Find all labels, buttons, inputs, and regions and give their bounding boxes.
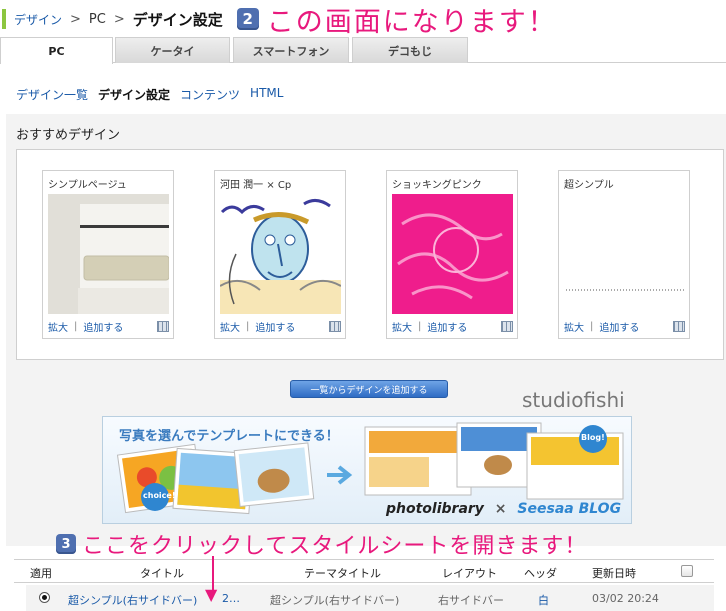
subnav-contents[interactable]: コンテンツ — [180, 86, 240, 103]
design-thumbnail[interactable] — [564, 194, 685, 314]
layout-icon[interactable] — [673, 321, 685, 332]
table-row: 超シンプル(右サイドバー) 2… 超シンプル(右サイドバー) 右サイドバー 白 … — [26, 585, 714, 611]
tab-decomoji[interactable]: デコもじ — [352, 37, 468, 63]
add-design-link[interactable]: 追加する — [599, 319, 639, 334]
design-card: 超シンプル 拡大 | 追加する — [558, 170, 690, 339]
design-thumbnail[interactable] — [48, 194, 169, 314]
design-title-more[interactable]: 2… — [222, 592, 240, 605]
step-3-annotation: ここをクリックしてスタイルシートを開きます！ — [82, 534, 588, 559]
col-updated: 更新日時 — [592, 567, 636, 580]
design-card-actions: 拡大 | 追加する — [48, 319, 169, 334]
breadcrumb-separator: > — [70, 11, 81, 27]
col-title: タイトル — [140, 567, 184, 580]
recommended-title: おすすめデザイン — [16, 128, 121, 143]
zoom-link[interactable]: 拡大 — [48, 319, 68, 334]
design-card-actions: 拡大 | 追加する — [564, 319, 685, 334]
step-3-note: 3 ここをクリックしてスタイルシートを開きます！ — [56, 528, 587, 560]
design-thumbnail[interactable] — [392, 194, 513, 314]
banner-blog-badge: Blog! — [581, 433, 605, 442]
subnav-design-settings: デザイン設定 — [98, 88, 171, 102]
add-design-link[interactable]: 追加する — [83, 319, 123, 334]
divider: | — [418, 321, 422, 332]
design-card-name: シンプルページュ — [48, 180, 127, 191]
divider: | — [74, 321, 78, 332]
design-thumbnail[interactable] — [220, 194, 341, 314]
zoom-link[interactable]: 拡大 — [392, 319, 412, 334]
subnav-html[interactable]: HTML — [250, 86, 283, 103]
promo-banner[interactable]: 写真を選んでテンプレートにできる！ choice! Blog! photolib… — [102, 416, 632, 524]
step-2-badge: 2 — [236, 8, 259, 30]
breadcrumb-separator: > — [113, 11, 125, 27]
divider: | — [590, 321, 594, 332]
add-design-from-list-button[interactable]: 一覧からデザインを追加する — [290, 380, 448, 398]
banner-logo-x: × — [494, 501, 507, 517]
breadcrumb-marker — [2, 9, 6, 29]
layout-value: 右サイドバー — [438, 594, 504, 607]
zoom-link[interactable]: 拡大 — [564, 319, 584, 334]
photolibrary-logo: photolibrary — [386, 501, 484, 517]
theme-title: 超シンプル(右サイドバー) — [270, 594, 400, 607]
col-layout: レイアウト — [442, 567, 497, 580]
divider: | — [246, 321, 250, 332]
seesaa-logo: Seesaa BLOG — [517, 501, 622, 517]
design-card: 河田 潤一 × Cp 拡大 | 追加する — [214, 170, 346, 339]
layout-icon[interactable] — [501, 321, 513, 332]
breadcrumb: デザイン > PC > デザイン設定 2 この画面になります！ — [0, 0, 726, 38]
add-design-link[interactable]: 追加する — [427, 319, 467, 334]
credit-text: studiofishi — [522, 388, 625, 412]
layout-icon[interactable] — [157, 321, 169, 332]
design-table-header: 適用 タイトル テーマタイトル レイアウト ヘッダ 更新日時 — [14, 559, 714, 583]
col-header: ヘッダ — [524, 567, 557, 580]
design-card-name: ショッキングピンク — [392, 180, 482, 191]
page-title: デザイン設定 — [132, 10, 223, 29]
add-design-link[interactable]: 追加する — [255, 319, 295, 334]
design-card-name: 超シンプル — [564, 180, 614, 191]
arrow-down-icon: ▼ — [205, 585, 218, 604]
design-card-actions: 拡大 | 追加する — [220, 319, 341, 334]
breadcrumb-mid: PC — [88, 11, 106, 27]
banner-headline: 写真を選んでテンプレートにできる！ — [119, 429, 339, 444]
design-title-link[interactable]: 超シンプル(右サイドバー) — [68, 592, 197, 608]
tab-mobile[interactable]: ケータイ — [115, 37, 230, 63]
sub-nav: デザイン一覧 デザイン設定 コンテンツ HTML — [16, 86, 283, 103]
design-card: ショッキングピンク 拡大 | 追加する — [386, 170, 518, 339]
banner-choice-badge: choice! — [143, 491, 176, 500]
col-theme-title: テーマタイトル — [304, 567, 381, 580]
step-3-badge: 3 — [56, 534, 76, 554]
design-card: シンプルページュ 拡大 | 追加する — [42, 170, 174, 339]
design-card-name: 河田 潤一 × Cp — [220, 180, 292, 191]
col-apply: 適用 — [30, 567, 52, 580]
tab-pc[interactable]: PC — [0, 37, 113, 64]
subnav-design-list[interactable]: デザイン一覧 — [16, 86, 88, 103]
zoom-link[interactable]: 拡大 — [220, 319, 240, 334]
device-tabs: PC ケータイ スマートフォン デコもじ — [0, 37, 726, 64]
banner-logo: photolibrary × Seesaa BLOG — [386, 501, 621, 517]
header-value-link[interactable]: 白 — [538, 592, 549, 608]
select-all-checkbox[interactable] — [681, 565, 693, 577]
layout-icon[interactable] — [329, 321, 341, 332]
step-2-annotation: この画面になります！ — [266, 6, 557, 38]
design-card-actions: 拡大 | 追加する — [392, 319, 513, 334]
apply-radio[interactable] — [39, 592, 50, 603]
tab-smartphone[interactable]: スマートフォン — [233, 37, 349, 63]
updated-time: 03/02 20:24 — [592, 592, 659, 605]
breadcrumb-root-link[interactable]: デザイン — [14, 11, 62, 28]
